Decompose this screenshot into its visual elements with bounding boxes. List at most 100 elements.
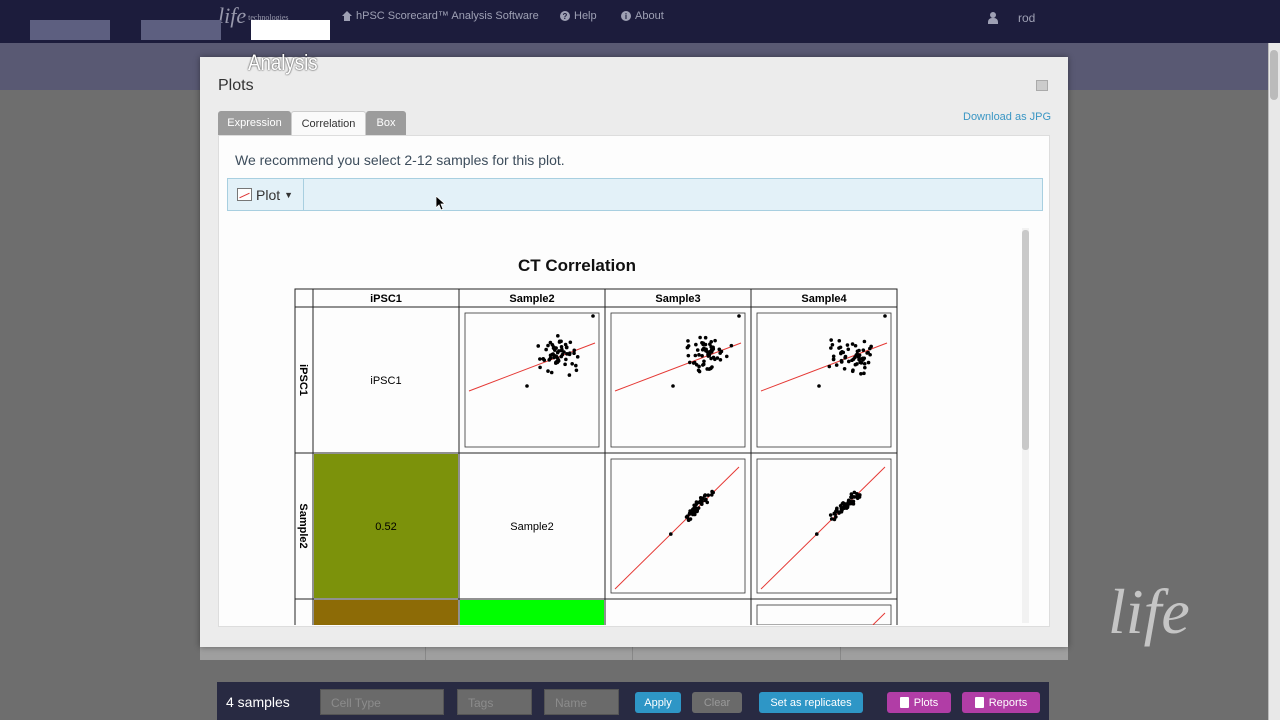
plots-button[interactable]: Plots [887,692,951,713]
scatter-point [697,353,701,357]
info-icon: i [621,11,631,21]
scatter-point [551,346,556,350]
scatter-point [842,366,847,371]
scatter-point [686,344,691,348]
tags-input[interactable]: Tags [457,689,532,715]
scatter-point [568,340,573,345]
scatter-point [692,509,697,514]
scatter-point [557,340,562,344]
username[interactable]: rod [1018,11,1035,25]
scatter-panel-frame [464,312,600,448]
scatter-point [729,343,734,348]
page-scrollbar-thumb[interactable] [1270,50,1278,100]
page-scrollbar[interactable] [1268,43,1280,720]
tab-box[interactable]: Box [366,111,406,135]
home-icon [342,11,352,21]
scatter-point [827,364,832,369]
scatter-point [724,354,729,359]
scatter-point [855,349,860,354]
column-header-ipsc1: iPSC1 [370,293,402,305]
scatter-point [719,349,724,354]
chart-icon [237,188,252,201]
chevron-down-icon: ▼ [284,189,294,200]
scatter-point [866,350,870,355]
scatter-point [701,496,705,501]
scatter-point [853,362,858,367]
scatter-point [559,345,564,349]
plot-menu-button[interactable]: Plot ▼ [228,179,304,210]
sample-count: 4 samples [226,694,290,710]
scatter-point [567,373,572,377]
scatter-point [564,345,569,350]
nav-home-link[interactable]: hPSC Scorecard™ Analysis Software [342,10,539,22]
scatter-point [542,358,547,362]
scatter-point [706,493,711,498]
scatter-point [538,357,542,361]
scatter-point [538,365,542,370]
scatter-point [702,346,706,350]
scatter-point [557,349,561,353]
nav-help-link[interactable]: ? Help [560,10,597,22]
scatter-point [853,343,858,348]
reports-button[interactable]: Reports [962,692,1040,713]
scatter-point [883,314,887,318]
scatter-point [548,356,553,360]
scatter-point [698,335,702,340]
cell-type-select[interactable]: Cell Type [320,689,444,715]
scatter-point [850,369,855,374]
scatter-point [563,362,567,367]
scatter-point [862,361,867,366]
scatter-point [832,511,837,516]
scatter-point [709,493,714,497]
scatter-point [862,371,866,376]
scatter-point [701,342,705,347]
name-input[interactable]: Name [544,689,619,715]
scatter-point [709,347,714,352]
scatter-point [737,314,741,318]
scatter-point [686,518,691,522]
correlation-value: 0.52 [375,521,396,533]
scatter-point [837,338,842,343]
scatter-point [715,356,720,360]
correlation-chart: CT Correlation iPSC1 Sample2 Sample3 Sample4… [294,256,898,625]
regression-line [760,466,886,590]
scatter-point [718,357,723,362]
scatter-point [711,355,716,360]
scatter-point [700,354,704,358]
modal-title: Plots [218,77,254,94]
scatter-point [831,357,836,362]
clear-button[interactable]: Clear [692,692,742,713]
scatter-point [829,338,833,342]
tab-expression[interactable]: Expression [218,111,291,135]
scatter-panel-frame [610,312,746,448]
column-header-sample3: Sample3 [655,293,700,305]
scatter-point [698,499,703,503]
download-jpg-link[interactable]: Download as JPG [963,111,1051,123]
plot-scrollbar-thumb[interactable] [1022,230,1029,450]
scatter-point [840,350,844,354]
scatter-point [850,342,855,346]
scatter-point [845,343,850,347]
scatter-point [555,356,560,360]
scatter-point [671,384,675,388]
scatter-point [846,359,851,364]
plots-modal: Plots Expression Correlation Box Downloa… [200,57,1068,647]
scatter-point [705,500,710,505]
scatter-point [869,344,873,349]
scatter-point [817,384,821,388]
scatter-point [591,314,595,318]
recommendation-text: We recommend you select 2-12 samples for… [235,152,565,168]
scatter-point [850,358,854,363]
scatter-point [713,338,717,343]
chart-title: CT Correlation [518,256,636,275]
set-replicates-button[interactable]: Set as replicates [759,692,863,713]
tab-correlation[interactable]: Correlation [291,111,366,135]
scatter-point [866,360,871,365]
nav-about-link[interactable]: i About [621,10,664,22]
scatter-point [695,348,700,352]
scatter-point [697,369,702,374]
scatter-point [700,502,704,506]
apply-button[interactable]: Apply [635,692,681,713]
close-icon[interactable] [1036,80,1048,91]
scatter-point [859,371,863,376]
